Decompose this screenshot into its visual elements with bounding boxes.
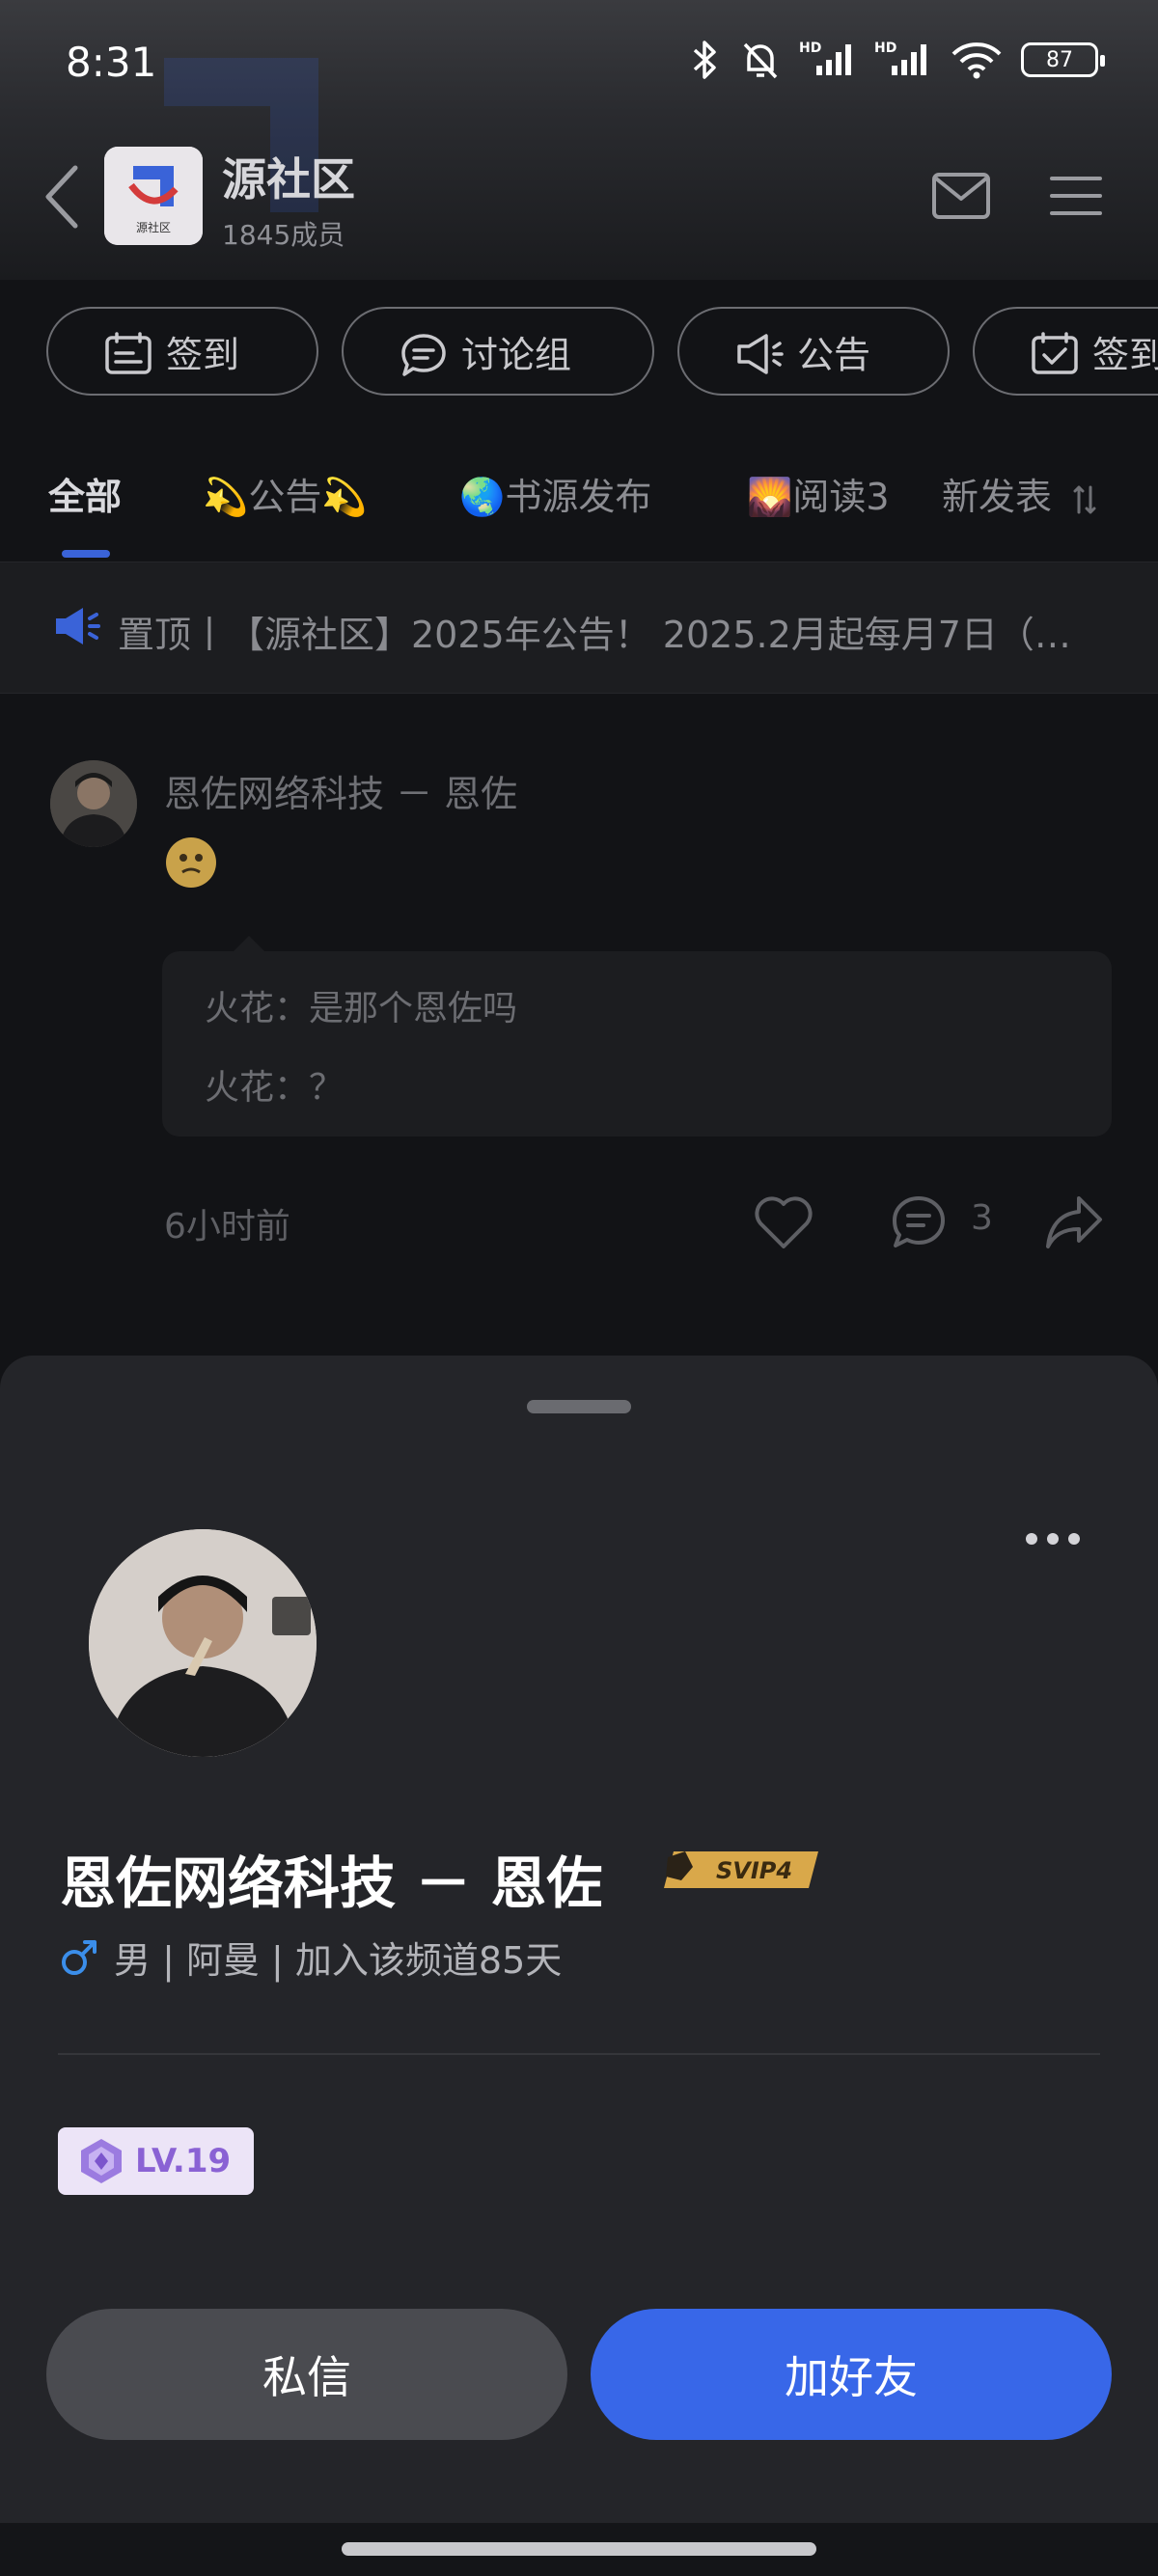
battery-level: 87	[1046, 47, 1073, 72]
channel-logo[interactable]: 源社区	[104, 147, 203, 245]
post-category-tabs: 全部 💫公告💫 🌏书源发布 🌄阅读3 新发表	[0, 453, 1158, 560]
svip-badge: SVIP4	[664, 1851, 818, 1888]
home-indicator[interactable]	[342, 2542, 816, 2556]
tab-announcement[interactable]: 💫公告💫	[203, 467, 368, 520]
chip-checkin-2[interactable]: 签到	[973, 307, 1158, 396]
reply-line: 火花：是那个恩佐吗	[205, 989, 518, 1028]
logo-caption: 源社区	[136, 220, 171, 234]
profile-avatar[interactable]	[89, 1529, 317, 1757]
emoji-face-icon	[167, 838, 215, 887]
sheet-drag-handle[interactable]	[527, 1400, 631, 1413]
sticker-emoji	[166, 837, 216, 888]
chip-label: 讨论组	[461, 333, 572, 376]
chip-label: 公告	[797, 333, 871, 376]
sort-icon	[1073, 485, 1096, 513]
profile-name: 恩佐网络科技 － 恩佐	[60, 1850, 603, 1916]
reply-preview[interactable]: 火花：是那个恩佐吗 火花：？	[162, 936, 1112, 1137]
status-time: 8:31	[66, 39, 157, 86]
pinned-post-title: 置顶丨【源社区】2025年公告！ 2025.2月起每月7日（…	[118, 614, 1071, 656]
chip-announcement[interactable]: 公告	[677, 307, 950, 396]
channel-logo-image: 源社区	[104, 147, 203, 245]
post-card[interactable]: 恩佐网络科技 － 恩佐 火花：是那个恩佐吗 火花：？ 6小时前 3	[0, 695, 1158, 1312]
mail-button[interactable]	[931, 172, 991, 220]
checkin-icon	[105, 332, 152, 374]
more-options-button[interactable]	[1023, 1529, 1083, 1548]
avatar-image	[50, 760, 137, 847]
menu-button[interactable]	[1050, 174, 1102, 218]
comment-button[interactable]	[890, 1194, 948, 1250]
user-profile-sheet: 恩佐网络科技 － 恩佐 SVIP4 男 | 阿曼 | 加入该频道85天 LV.1…	[0, 1356, 1158, 2576]
active-tab-indicator	[62, 550, 110, 558]
profile-meta-text: 男 | 阿曼 | 加入该频道85天	[114, 1939, 563, 1982]
reply-line: 火花：？	[205, 1068, 345, 1108]
channel-name: 源社区	[222, 153, 355, 206]
chip-discussion-group[interactable]: 讨论组	[342, 307, 654, 396]
megaphone-icon	[737, 334, 784, 374]
sort-label: 新发表	[942, 476, 1053, 518]
tab-book-source[interactable]: 🌏书源发布	[459, 467, 651, 520]
post-author-name[interactable]: 恩佐网络科技 － 恩佐	[164, 764, 517, 817]
chip-label: 签到	[166, 333, 240, 376]
app-screen: 8:31 HD HD 87 源社区 源社区 1845成员 签到 讨论组 公告 签…	[0, 0, 1158, 2576]
chip-checkin[interactable]: 签到	[46, 307, 318, 396]
wifi-icon	[951, 42, 1002, 79]
status-icons: HD HD 87	[687, 39, 1105, 81]
calendar-check-icon	[1032, 332, 1078, 374]
channel-action-chips: 签到 讨论组 公告 签到	[46, 307, 1158, 399]
male-icon	[62, 1939, 96, 1975]
chat-bubble-icon	[401, 334, 446, 376]
hd-signal-icon: HD	[874, 41, 926, 75]
svg-text:HD: HD	[799, 41, 821, 56]
profile-meta: 男 | 阿曼 | 加入该频道85天	[60, 1931, 562, 1984]
comment-count: 3	[971, 1198, 993, 1238]
share-button[interactable]	[1044, 1192, 1104, 1250]
private-message-button[interactable]: 私信	[46, 2309, 567, 2440]
avatar[interactable]	[50, 760, 137, 847]
level-label: LV.19	[135, 2142, 232, 2180]
add-friend-button[interactable]: 加好友	[591, 2309, 1112, 2440]
battery-icon: 87	[1021, 42, 1105, 77]
pinned-post[interactable]: 置顶丨【源社区】2025年公告！ 2025.2月起每月7日（…	[0, 562, 1158, 694]
divider	[58, 2053, 1100, 2055]
like-button[interactable]	[753, 1194, 814, 1250]
bluetooth-icon	[693, 41, 716, 79]
level-gem-icon	[81, 2139, 122, 2183]
mute-bell-icon	[743, 42, 778, 79]
back-button[interactable]	[41, 162, 83, 232]
post-timestamp: 6小时前	[164, 1207, 290, 1247]
level-badge[interactable]: LV.19	[58, 2127, 254, 2195]
hd-signal-icon: HD	[799, 41, 851, 75]
channel-member-count: 1845成员	[222, 219, 345, 251]
chip-label: 签到	[1092, 333, 1158, 376]
sort-newest[interactable]: 新发表	[942, 467, 1100, 520]
profile-avatar-image	[89, 1529, 317, 1757]
megaphone-icon	[56, 608, 100, 644]
status-bar: 8:31 HD HD 87	[0, 0, 1158, 135]
svip-badge-label: SVIP4	[716, 1857, 792, 1884]
tab-reading[interactable]: 🌄阅读3	[747, 467, 890, 520]
svg-text:HD: HD	[874, 41, 896, 56]
tab-all[interactable]: 全部	[48, 467, 122, 520]
